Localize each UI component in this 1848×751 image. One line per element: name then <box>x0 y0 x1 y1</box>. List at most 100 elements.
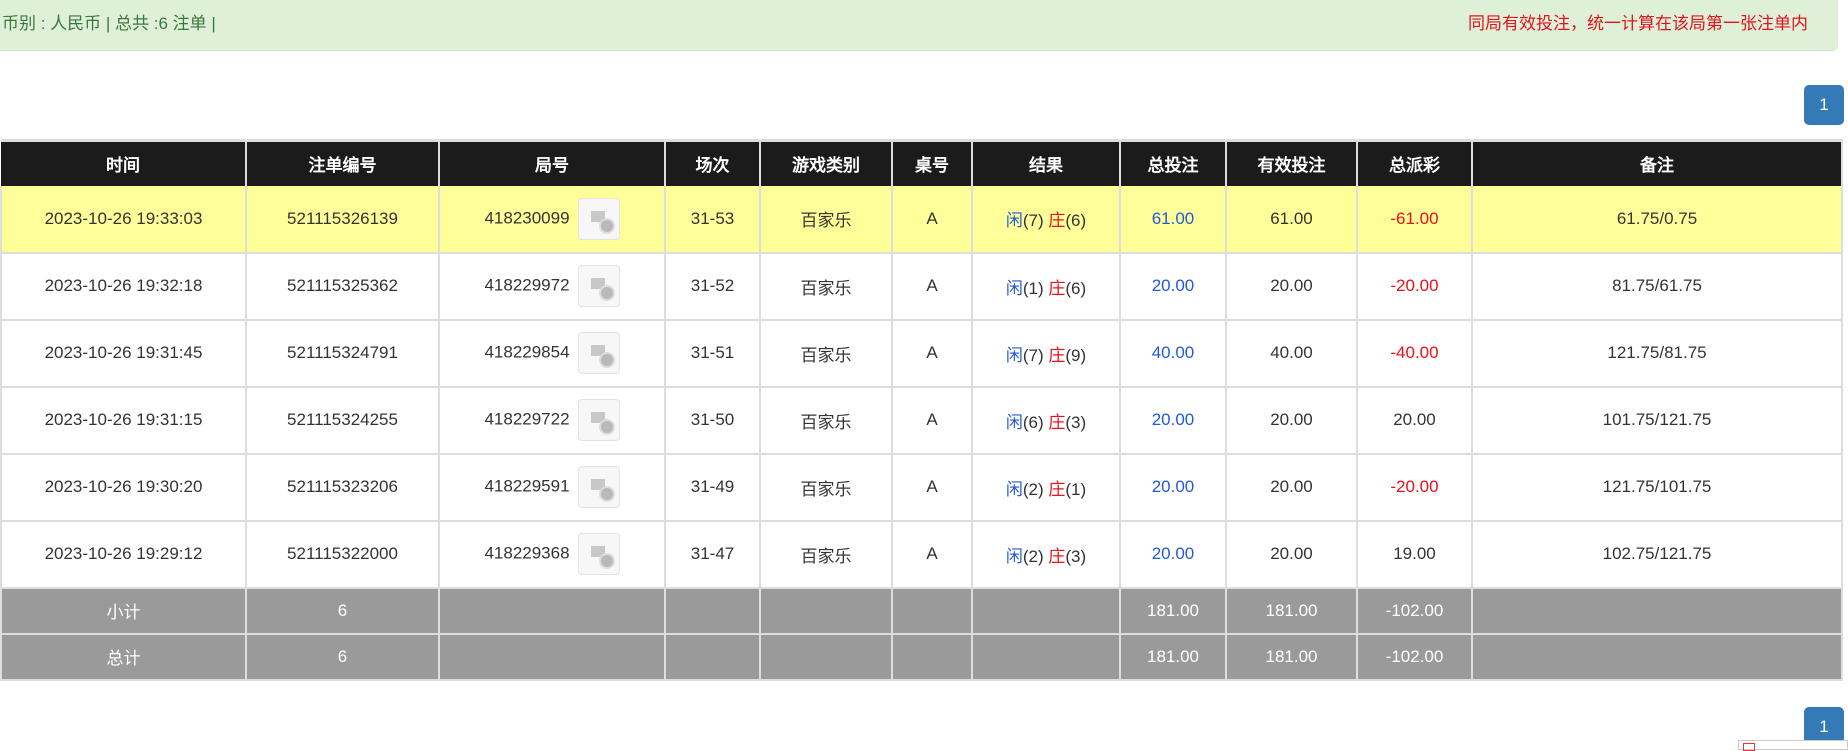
bet-id-cell: 521115326139 <box>245 185 440 254</box>
column-header: 总投注 <box>1120 139 1227 186</box>
table-cell: A <box>891 185 973 254</box>
note-cell: 61.75/0.75 <box>1471 185 1843 254</box>
grandtotal-row: 总计 6 181.00 181.00 -102.00 <box>0 633 1843 681</box>
table-cell: A <box>891 453 973 522</box>
summary-banner: 币别 : 人民币 | 总共 :6 注单 | 同局有效投注，统一计算在该局第一张注… <box>0 0 1838 51</box>
banker-label: 庄 <box>1048 546 1066 566</box>
subtotal-count: 6 <box>245 587 440 635</box>
round-number: 418230099 <box>484 207 570 227</box>
player-points: (7) <box>1022 345 1044 365</box>
player-label: 闲 <box>1005 278 1023 298</box>
subtotal-label: 小计 <box>0 587 247 635</box>
replay-video-icon[interactable] <box>577 197 620 240</box>
result-cell: 闲(2) 庄(1) <box>971 453 1121 522</box>
time-cell: 2023-10-26 19:29:12 <box>0 520 247 589</box>
table-row: 2023-10-26 19:31:15 521115324255 4182297… <box>0 386 1843 455</box>
subtotal-payout: -102.00 <box>1356 587 1473 635</box>
table-cell: A <box>891 319 973 388</box>
column-header: 注单编号 <box>246 139 440 186</box>
payout-cell: -40.00 <box>1356 319 1473 388</box>
banker-points: (3) <box>1065 546 1087 566</box>
game-type-cell: 百家乐 <box>759 520 893 589</box>
payout-cell: -20.00 <box>1356 453 1473 522</box>
payout-cell: 20.00 <box>1356 386 1473 455</box>
round-cell: 418229368 <box>438 520 666 589</box>
total-bet-cell: 20.00 <box>1119 252 1227 321</box>
round-cell: 418230099 <box>438 185 666 254</box>
banker-points: (1) <box>1065 479 1087 499</box>
banker-points: (3) <box>1065 412 1087 432</box>
result-cell: 闲(7) 庄(9) <box>971 319 1121 388</box>
player-label: 闲 <box>1005 412 1023 432</box>
subtotal-total: 181.00 <box>1119 587 1227 635</box>
banker-points: (9) <box>1065 345 1087 365</box>
total-bet-cell: 20.00 <box>1119 386 1227 455</box>
total-bet-cell: 20.00 <box>1119 520 1227 589</box>
banker-points: (6) <box>1065 278 1087 298</box>
round-number: 418229368 <box>484 543 570 563</box>
grandtotal-count: 6 <box>245 633 440 681</box>
grandtotal-label: 总计 <box>0 633 247 681</box>
table-row: 2023-10-26 19:30:20 521115323206 4182295… <box>0 453 1843 522</box>
session-cell: 31-51 <box>664 319 761 388</box>
time-cell: 2023-10-26 19:33:03 <box>0 185 247 254</box>
column-header: 游戏类别 <box>760 139 893 186</box>
page-1-button-top[interactable]: 1 <box>1804 85 1844 125</box>
payout-cell: -20.00 <box>1356 252 1473 321</box>
banker-label: 庄 <box>1048 479 1066 499</box>
game-type-cell: 百家乐 <box>759 386 893 455</box>
subtotal-row: 小计 6 181.00 181.00 -102.00 <box>0 587 1843 635</box>
round-number: 418229972 <box>484 275 570 295</box>
game-type-cell: 百家乐 <box>759 319 893 388</box>
replay-video-icon[interactable] <box>577 399 620 441</box>
column-header: 时间 <box>1 139 247 186</box>
player-points: (2) <box>1022 546 1044 566</box>
round-number: 418229591 <box>484 476 570 496</box>
valid-bet-cell: 20.00 <box>1225 252 1358 321</box>
column-header: 结果 <box>972 139 1121 186</box>
session-cell: 31-49 <box>664 453 761 522</box>
column-header: 局号 <box>439 139 666 186</box>
subtotal-valid: 181.00 <box>1225 587 1358 635</box>
game-type-cell: 百家乐 <box>759 453 893 522</box>
valid-bet-cell: 20.00 <box>1225 453 1358 522</box>
banker-points: (6) <box>1065 211 1087 230</box>
valid-bet-cell: 61.00 <box>1225 185 1358 254</box>
total-bet-cell: 40.00 <box>1119 319 1227 388</box>
total-bet-cell: 61.00 <box>1119 185 1227 254</box>
session-cell: 31-47 <box>664 520 761 589</box>
table-cell: A <box>891 386 973 455</box>
replay-video-icon[interactable] <box>577 332 620 374</box>
bet-id-cell: 521115324255 <box>245 386 440 455</box>
replay-video-icon[interactable] <box>577 265 620 307</box>
replay-video-icon[interactable] <box>577 466 620 508</box>
time-cell: 2023-10-26 19:32:18 <box>0 252 247 321</box>
bet-table: 时间 注单编号 局号 场次 游戏类别 桌号 结果 总投注 有效投注 总派彩 备注 2023-10-2… <box>0 139 1843 681</box>
game-type-cell: 百家乐 <box>759 252 893 321</box>
table-row: 2023-10-26 19:29:12 521115322000 4182293… <box>0 520 1843 589</box>
column-header: 有效投注 <box>1226 139 1358 186</box>
session-cell: 31-50 <box>664 386 761 455</box>
table-cell: A <box>891 252 973 321</box>
player-points: (7) <box>1022 211 1044 230</box>
result-cell: 闲(2) 庄(3) <box>971 520 1121 589</box>
note-cell: 101.75/121.75 <box>1471 386 1843 455</box>
note-cell: 102.75/121.75 <box>1471 520 1843 589</box>
replay-video-icon[interactable] <box>577 533 620 575</box>
popup-widget[interactable] <box>1738 740 1848 751</box>
valid-bet-cell: 20.00 <box>1225 520 1358 589</box>
note-cell: 81.75/61.75 <box>1471 252 1843 321</box>
table-row: 2023-10-26 19:32:18 521115325362 4182299… <box>0 252 1843 321</box>
table-row: 2023-10-26 19:31:45 521115324791 4182298… <box>0 319 1843 388</box>
column-header: 总派彩 <box>1357 139 1473 186</box>
valid-bet-cell: 20.00 <box>1225 386 1358 455</box>
column-header: 备注 <box>1472 139 1843 186</box>
note-cell: 121.75/81.75 <box>1471 319 1843 388</box>
player-points: (2) <box>1022 479 1044 499</box>
column-header: 桌号 <box>892 139 973 186</box>
round-number: 418229722 <box>484 409 570 429</box>
result-cell: 闲(1) 庄(6) <box>971 252 1121 321</box>
notice-text: 同局有效投注，统一计算在该局第一张注单内 <box>1468 14 1808 33</box>
round-cell: 418229722 <box>438 386 666 455</box>
round-number: 418229854 <box>484 342 570 362</box>
